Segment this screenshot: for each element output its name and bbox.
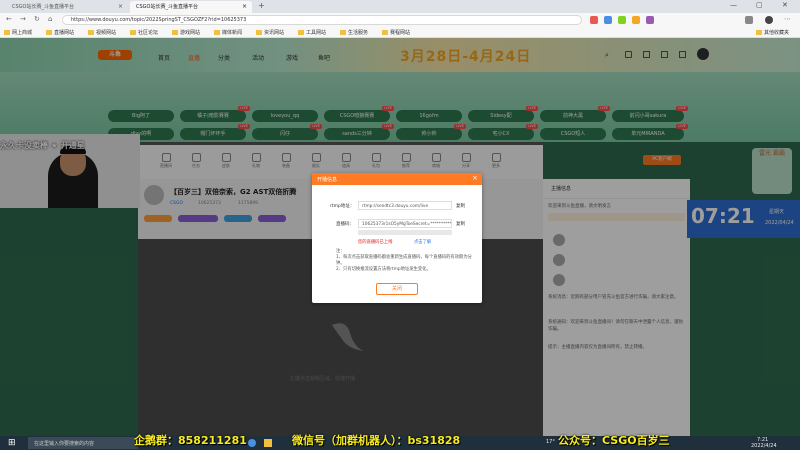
taskbar-date[interactable]: 2022/4/24 [751, 443, 777, 449]
rtmp-address-field[interactable]: rtmp://sendtc3.douyu.com/live [358, 201, 452, 210]
refresh-icon[interactable]: ↻ [34, 15, 40, 23]
modal-header: 开播信息 × [312, 173, 482, 185]
tab-strip: CSGO站长赛_斗鱼直播平台 × CSGO站长赛_斗鱼直播平台 × + — ▢ ✕ [0, 0, 800, 13]
bookmark-item[interactable]: 游戏网站 [172, 29, 200, 36]
stream-code-field[interactable]: 10625373r1sO5yMgToeSecret=********** [358, 219, 452, 228]
code-scrollbar[interactable] [358, 230, 452, 235]
copy-code-button[interactable]: 复制 [456, 221, 465, 227]
avatar[interactable] [765, 16, 773, 24]
weather[interactable]: 17° [546, 439, 555, 445]
learn-more-link[interactable]: 点击了解 [414, 239, 431, 245]
bookmark-item[interactable]: 社区论坛 [130, 29, 158, 36]
bookmark-item[interactable]: 媒体新闻 [214, 29, 242, 36]
close-icon[interactable]: × [118, 3, 123, 10]
bookmark-item[interactable]: 工具网站 [298, 29, 326, 36]
minimize-icon[interactable]: — [730, 1, 737, 9]
menu-icon[interactable]: ⋯ [784, 15, 791, 23]
url-input[interactable]: https://www.douyu.com/topic/2022SpringST… [62, 15, 582, 25]
new-tab-button[interactable]: + [258, 1, 265, 10]
other-bookmarks[interactable]: 其他收藏夹 [756, 29, 789, 36]
modal-title: 开播信息 [317, 177, 338, 183]
extension-icon[interactable] [618, 16, 626, 24]
stream-info-modal: 开播信息 × rtmp地址： rtmp://sendtc3.douyu.com/… [312, 173, 482, 303]
bookmark-item[interactable]: 生活服务 [340, 29, 368, 36]
promo-wechat: 微信号（加群机器人）：bs31828 [292, 434, 461, 447]
folder-icon[interactable] [264, 439, 272, 447]
close-icon[interactable]: × [242, 3, 247, 10]
copy-rtmp-button[interactable]: 复制 [456, 203, 465, 209]
close-button[interactable]: 关闭 [376, 283, 418, 295]
tab-2[interactable]: CSGO站长赛_斗鱼直播平台 × [130, 1, 252, 13]
bookmark-item[interactable]: 网上商城 [4, 29, 32, 36]
edge-icon[interactable] [248, 439, 256, 447]
code-label: 直播码： [336, 222, 354, 227]
forward-icon[interactable]: → [20, 15, 26, 23]
back-icon[interactable]: ← [6, 15, 12, 23]
close-icon[interactable]: × [472, 174, 478, 182]
extension-icon[interactable] [604, 16, 612, 24]
modal-notes: 注： 1、每次点击获取直播码都会重新生成直播码，每个直播码的有效期为分钟。 2、… [336, 249, 472, 272]
maximize-icon[interactable]: ▢ [756, 1, 763, 9]
promo-official-account: 公众号：CSGO百岁三 [558, 434, 670, 447]
extension-icon[interactable] [646, 16, 654, 24]
tab-1[interactable]: CSGO站长赛_斗鱼直播平台 × [6, 1, 128, 13]
home-icon[interactable]: ⌂ [48, 15, 52, 23]
extension-icon[interactable] [590, 16, 598, 24]
bookmarks-bar: 网上商城 直播网站 视频网站 社区论坛 游戏网站 媒体新闻 资讯网站 工具网站 … [0, 27, 800, 38]
collections-icon[interactable] [745, 16, 753, 24]
close-window-icon[interactable]: ✕ [782, 1, 788, 9]
taskbar-search[interactable]: 在这里输入你要搜索的内容 [28, 437, 138, 449]
bookmark-item[interactable]: 直播网站 [46, 29, 74, 36]
stream-warning: 您的直播码已上线 [358, 240, 393, 245]
extension-icon[interactable] [632, 16, 640, 24]
bookmark-item[interactable]: 赛程网站 [382, 29, 410, 36]
bookmark-item[interactable]: 资讯网站 [256, 29, 284, 36]
bookmark-item[interactable]: 视频网站 [88, 29, 116, 36]
windows-start-icon[interactable]: ⊞ [8, 438, 16, 448]
promo-qq-group: 企鹅群：858211281 [134, 434, 247, 447]
rtmp-label: rtmp地址： [330, 204, 355, 209]
address-bar-row: ← → ↻ ⌂ https://www.douyu.com/topic/2022… [0, 13, 800, 27]
